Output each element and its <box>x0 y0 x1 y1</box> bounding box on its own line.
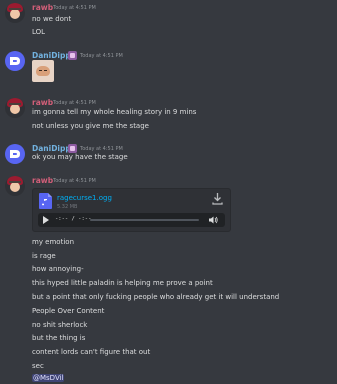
message-group: rawb Today at 4:51 PM ragecurse1.ogg 5.3… <box>0 174 337 384</box>
message-text: is rage <box>32 252 56 260</box>
message-text: but the thing is <box>32 334 86 342</box>
discord-icon <box>10 57 20 65</box>
avatar[interactable] <box>5 176 25 196</box>
message-text: People Over Content <box>32 307 105 315</box>
timestamp: Today at 4:51 PM <box>80 146 123 152</box>
timestamp: Today at 4:51 PM <box>80 53 123 59</box>
message-group: DaniDipp Today at 4:51 PM ok you may hav… <box>0 141 337 167</box>
message-text: LOL <box>32 28 46 36</box>
timestamp: Today at 4:51 PM <box>53 100 96 106</box>
badge-icon <box>68 51 77 60</box>
audio-file-icon <box>39 193 52 209</box>
message-text: sec <box>32 362 44 370</box>
avatar[interactable] <box>5 3 25 23</box>
timestamp: Today at 4:51 PM <box>53 5 96 11</box>
message-text: no shit sherlock <box>32 321 88 329</box>
avatar[interactable] <box>5 51 25 71</box>
message-text: this hyped little paladin is helping me … <box>32 279 213 287</box>
play-icon[interactable] <box>43 216 49 224</box>
avatar[interactable] <box>5 98 25 118</box>
avatar[interactable] <box>5 144 25 164</box>
message-text: my emotion <box>32 238 75 246</box>
attachment-filename[interactable]: ragecurse1.ogg <box>57 194 112 202</box>
author-name[interactable]: rawb <box>32 98 53 107</box>
message-text: how annoying- <box>32 265 84 273</box>
badge-icon <box>68 144 77 153</box>
author-name[interactable]: rawb <box>32 176 53 185</box>
audio-attachment: ragecurse1.ogg 5.32 MB -:-- / -:-- <box>32 188 231 232</box>
message-text: no we dont <box>32 15 72 23</box>
audio-player: -:-- / -:-- <box>38 213 225 227</box>
timestamp: Today at 4:51 PM <box>53 178 96 184</box>
message-text: content lords can't figure that out <box>32 348 151 356</box>
author-name[interactable]: rawb <box>32 3 53 12</box>
message-text: ok you may have the stage <box>32 153 128 161</box>
attachment-size: 5.32 MB <box>57 204 78 210</box>
author-name[interactable]: DaniDipp <box>32 51 71 60</box>
download-icon[interactable] <box>212 193 223 205</box>
message-text: but a point that only fucking people who… <box>32 293 280 301</box>
message-group: DaniDipp Today at 4:51 PM <box>0 48 337 86</box>
user-mention[interactable]: @MsDVil <box>32 374 65 382</box>
message-group: rawb Today at 4:51 PM no we dont LOL <box>0 0 337 40</box>
message-text: not unless you give me the stage <box>32 122 149 130</box>
author-name[interactable]: DaniDipp <box>32 144 71 153</box>
volume-icon[interactable] <box>209 216 218 224</box>
message-group: rawb Today at 4:51 PM im gonna tell my w… <box>0 95 337 135</box>
message-text: im gonna tell my whole healing story in … <box>32 108 197 116</box>
sticker-image[interactable] <box>32 60 54 82</box>
audio-time: -:-- / -:-- <box>55 216 92 222</box>
audio-progress-track[interactable] <box>90 219 199 221</box>
discord-icon <box>10 150 20 158</box>
